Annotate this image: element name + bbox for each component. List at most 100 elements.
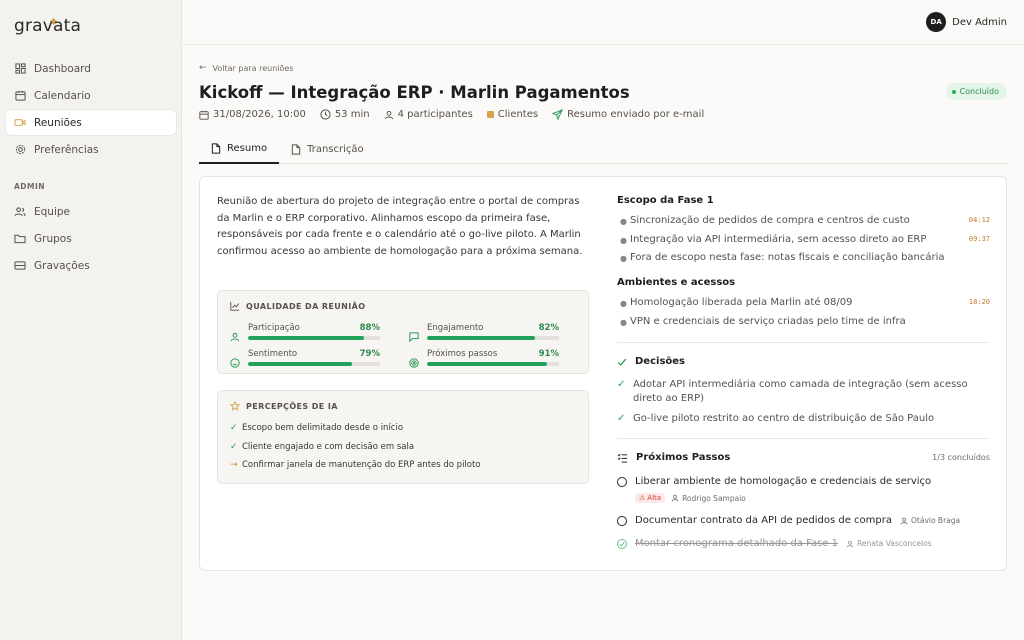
metric-value: 91% <box>538 349 559 359</box>
user-icon <box>384 110 394 120</box>
timestamp-link[interactable]: 04:12 <box>969 216 990 224</box>
metric-value: 88% <box>359 323 380 333</box>
decision-text: Adotar API intermediária como camada de … <box>633 379 968 404</box>
metric-track <box>248 362 380 366</box>
sidebar-item-label: Equipe <box>34 205 70 218</box>
summary-left: Reunião de abertura do projeto de integr… <box>217 194 589 484</box>
smile-icon <box>230 353 241 368</box>
calendar-icon <box>14 90 26 102</box>
quality-title: QUALIDADE DA REUNIÃO <box>230 301 365 311</box>
gear-icon <box>14 144 26 156</box>
admin-section-label: ADMIN <box>14 182 46 191</box>
meeting-meta: 31/08/2026, 10:00 53 min 4 participantes… <box>199 109 718 120</box>
summary-card: Reunião de abertura do projeto de integr… <box>199 176 1007 571</box>
avatar: DA <box>926 12 947 32</box>
target-icon <box>409 353 420 368</box>
status-badge: Concluído <box>945 83 1007 100</box>
video-icon <box>14 117 26 129</box>
next-steps-header: Próximos Passos 1/3 concluídos <box>617 452 990 463</box>
metric-value: 82% <box>538 323 559 333</box>
task-assignee: Renata Vasconcelos <box>846 539 932 548</box>
document-icon <box>211 142 221 154</box>
recordings-icon <box>14 260 26 272</box>
sidebar-item-label: Gravações <box>34 259 90 272</box>
bullet-icon: ● <box>620 254 627 263</box>
sidebar-item-dashboard[interactable]: Dashboard <box>6 56 176 81</box>
back-link-label: Voltar para reuniões <box>212 63 294 73</box>
arrow-left-icon: ← <box>199 63 207 73</box>
status-dot-icon <box>951 89 956 94</box>
status-label: Concluído <box>959 87 999 96</box>
metric-label: Participação <box>248 323 300 333</box>
sidebar-item-preferencias[interactable]: Preferências <box>6 137 176 162</box>
section-divider <box>617 438 990 439</box>
checklist-icon <box>617 453 628 463</box>
timestamp-link[interactable]: 09:37 <box>969 235 990 243</box>
meta-datetime: 31/08/2026, 10:00 <box>199 109 306 120</box>
check-icon <box>617 357 627 367</box>
sidebar-item-label: Calendario <box>34 89 91 102</box>
sidebar-item-equipe[interactable]: Equipe <box>6 199 176 224</box>
task-text: Liberar ambiente de homologação e creden… <box>635 476 932 487</box>
send-icon <box>552 109 564 120</box>
tab-label: Transcrição <box>307 143 364 155</box>
page-title: Kickoff — Integração ERP · Marlin Pagame… <box>199 83 630 102</box>
tab-transcricao[interactable]: Transcrição <box>279 134 376 164</box>
scope-item-text: Sincronização de pedidos de compra e cen… <box>630 215 910 226</box>
meta-duration: 53 min <box>320 109 370 120</box>
sidebar-item-gravacoes[interactable]: Gravações <box>6 253 176 278</box>
check-icon: ✓ <box>617 413 626 424</box>
metric-value: 79% <box>359 349 380 359</box>
sidebar-item-calendario[interactable]: Calendario <box>6 83 176 108</box>
insights-title-text: PERCEPÇÕES DE IA <box>246 401 338 411</box>
user-menu[interactable]: DA Dev Admin <box>926 12 1007 32</box>
sidebar-item-grupos[interactable]: Grupos <box>6 226 176 251</box>
envs-title: Ambientes e acessos <box>617 277 736 288</box>
scope-item: ● Fora de escopo nesta fase: notas fisca… <box>617 252 990 265</box>
tab-label: Resumo <box>227 142 268 154</box>
user-name: Dev Admin <box>952 16 1007 28</box>
meta-duration-text: 53 min <box>334 109 370 120</box>
env-item: ● VPN e credenciais de serviço criadas p… <box>617 316 990 329</box>
user-icon <box>846 540 854 548</box>
task-checkbox-checked[interactable] <box>617 538 627 549</box>
insight-text: Escopo bem delimitado desde o início <box>242 423 404 433</box>
task-meta: ⚠ Alta Rodrigo Sampaio <box>635 493 746 503</box>
metric-label: Próximos passos <box>427 349 498 359</box>
assignee-name: Otávio Braga <box>911 516 961 525</box>
warning-icon: ⚠ <box>639 494 646 502</box>
quality-panel: QUALIDADE DA REUNIÃO Participação 88% En… <box>217 290 589 374</box>
task-checkbox[interactable] <box>617 515 627 526</box>
sidebar-item-reunioes[interactable]: Reuniões <box>6 110 176 135</box>
insight-item: ✓ Escopo bem delimitado desde o início <box>230 423 403 433</box>
assignee-name: Renata Vasconcelos <box>856 539 932 548</box>
decisions-title: Decisões <box>635 356 685 367</box>
tab-resumo[interactable]: Resumo <box>199 134 280 164</box>
assignee-name: Rodrigo Sampaio <box>682 493 746 503</box>
users-icon <box>14 206 26 218</box>
insights-title: PERCEPÇÕES DE IA <box>230 401 338 411</box>
task-text: Montar cronograma detalhado da Fase 1 <box>635 538 838 549</box>
star-icon <box>230 401 240 411</box>
folder-icon <box>14 233 26 245</box>
insight-text: Confirmar janela de manutenção do ERP an… <box>242 460 481 470</box>
metric-track <box>427 336 559 340</box>
back-link[interactable]: ← Voltar para reuniões <box>199 63 293 73</box>
sidebar-item-label: Dashboard <box>34 62 91 75</box>
meta-email-text: Resumo enviado por e-mail <box>567 109 705 120</box>
quality-title-text: QUALIDADE DA REUNIÃO <box>246 301 366 311</box>
decision-item: ✓ Adotar API intermediária como camada d… <box>617 378 990 406</box>
scope-item: ● Sincronização de pedidos de compra e c… <box>617 215 990 228</box>
scope-title: Escopo da Fase 1 <box>617 195 714 206</box>
task-checkbox[interactable] <box>617 476 627 487</box>
user-icon <box>230 327 241 342</box>
metric-engajamento: Engajamento 82% <box>409 323 559 345</box>
check-icon: ✓ <box>230 442 238 452</box>
chart-icon <box>230 301 240 311</box>
metric-fill <box>427 336 536 340</box>
metric-label: Sentimento <box>248 349 298 359</box>
scope-item-text: Integração via API intermediária, sem ac… <box>630 234 927 245</box>
timestamp-link[interactable]: 18:20 <box>969 298 990 306</box>
tab-bar: Resumo Transcrição <box>199 134 1007 164</box>
check-icon: ✓ <box>617 379 626 390</box>
